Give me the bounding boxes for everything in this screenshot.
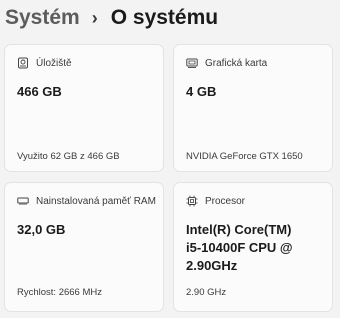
memory-card-title: Nainstalovaná paměť RAM bbox=[36, 195, 156, 207]
processor-name-line-3: 2.90GHz bbox=[186, 258, 238, 273]
processor-card[interactable]: Procesor Intel(R) Core(TM) i5-10400F CPU… bbox=[173, 182, 333, 312]
storage-usage-detail: Využito 62 GB z 466 GB bbox=[17, 151, 120, 162]
graphics-card-title: Grafická karta bbox=[205, 57, 268, 69]
breadcrumb: Systém › O systému bbox=[5, 4, 218, 32]
memory-icon bbox=[17, 197, 29, 205]
storage-total-value: 466 GB bbox=[17, 84, 62, 99]
graphics-card-model: NVIDIA GeForce GTX 1650 bbox=[186, 151, 303, 162]
memory-card-header: Nainstalovaná paměť RAM bbox=[17, 195, 156, 207]
processor-name-line-1: Intel(R) Core(TM) bbox=[186, 222, 292, 237]
graphics-memory-value: 4 GB bbox=[186, 84, 217, 99]
storage-icon bbox=[18, 57, 28, 69]
memory-size-value: 32,0 GB bbox=[17, 222, 66, 237]
breadcrumb-system-link[interactable]: Systém bbox=[5, 4, 80, 32]
processor-name-line-2: i5-10400F CPU @ bbox=[186, 240, 293, 255]
memory-card[interactable]: Nainstalovaná paměť RAM 32,0 GB Rychlost… bbox=[4, 182, 164, 312]
graphics-card-card[interactable]: Grafická karta 4 GB NVIDIA GeForce GTX 1… bbox=[173, 44, 333, 172]
processor-speed-detail: 2.90 GHz bbox=[186, 287, 227, 298]
page-title: O systému bbox=[110, 6, 219, 29]
storage-card-title: Úložiště bbox=[36, 57, 72, 69]
memory-speed-detail: Rychlost: 2666 MHz bbox=[17, 287, 103, 298]
breadcrumb-separator: › bbox=[91, 8, 98, 28]
storage-card[interactable]: Úložiště 466 GB Využito 62 GB z 466 GB bbox=[4, 44, 164, 172]
graphics-card-icon bbox=[186, 58, 198, 68]
graphics-card-header: Grafická karta bbox=[186, 57, 267, 69]
storage-card-header: Úložiště bbox=[17, 57, 72, 69]
processor-card-header: Procesor bbox=[186, 195, 245, 207]
processor-card-title: Procesor bbox=[205, 195, 246, 207]
processor-icon bbox=[186, 195, 198, 207]
